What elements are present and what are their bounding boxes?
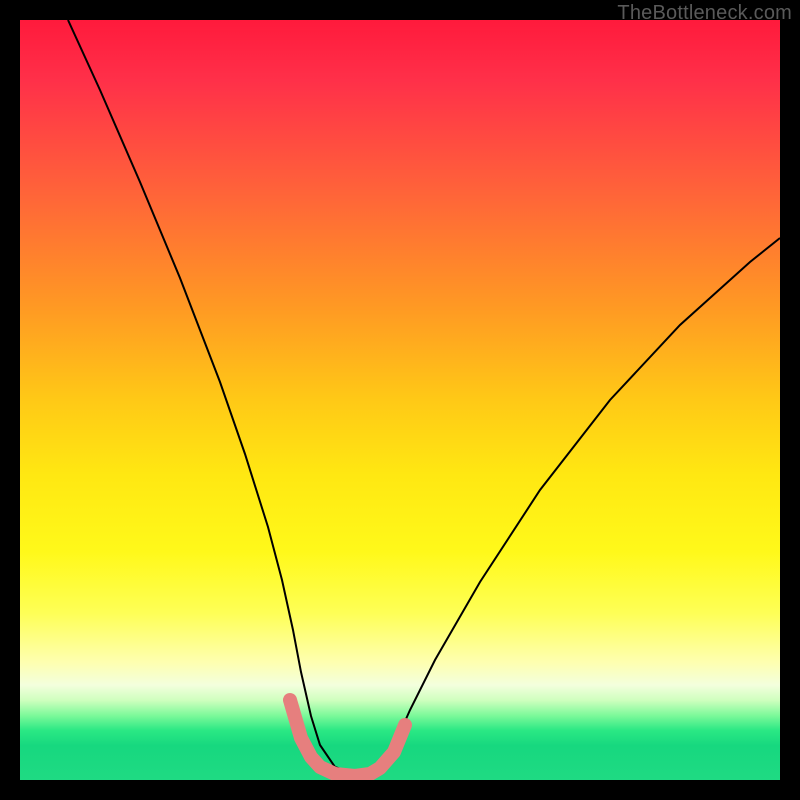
curve-svg <box>20 20 780 780</box>
bottleneck-curve <box>68 20 780 774</box>
bottleneck-band <box>290 700 405 776</box>
plot-area <box>20 20 780 780</box>
chart-frame: TheBottleneck.com <box>0 0 800 800</box>
